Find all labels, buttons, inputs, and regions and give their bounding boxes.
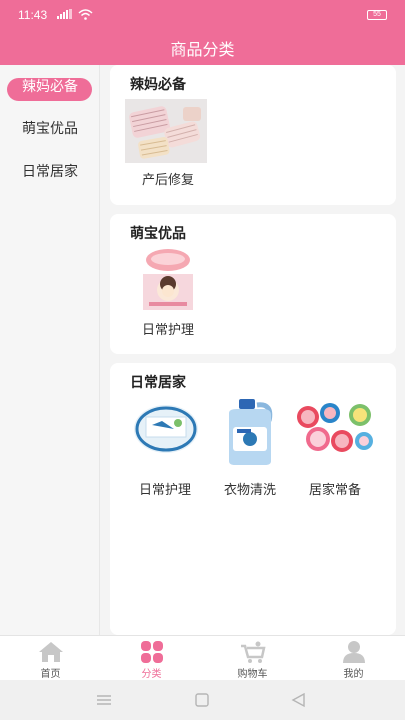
category-item-label: 居家常备 [308, 483, 361, 498]
category-item-label: 日常护理 [138, 483, 191, 498]
back-icon[interactable] [290, 692, 308, 708]
baby-cream-jar-image [143, 249, 193, 310]
category-item-label: 产后修复 [141, 173, 194, 188]
tab-home[interactable]: 首页 [0, 636, 101, 681]
category-item-daily-care[interactable]: 日常护理 [122, 399, 208, 514]
home-button-icon[interactable] [193, 692, 211, 708]
profile-icon [343, 641, 365, 663]
postpartum-product-image [125, 99, 207, 163]
sidebar-item-mom-essentials[interactable]: 辣妈必备 [0, 67, 100, 107]
tab-category[interactable]: 分类 [101, 636, 202, 681]
bottom-tab-bar: 首页 分类 购物车 我的 [0, 635, 405, 680]
cream-tub-image [134, 405, 198, 453]
tab-label: 购物车 [237, 669, 268, 680]
status-time: 11:43 [18, 8, 48, 22]
sidebar-item-daily-home[interactable]: 日常居家 [0, 152, 100, 192]
section-card-daily-home: 日常居家 日常护理 衣物清洗 居家常备 [110, 363, 396, 635]
home-icon [39, 642, 63, 662]
page-title: 商品分类 [170, 40, 235, 59]
sidebar-item-label: 日常居家 [22, 164, 78, 180]
battery-icon: 55 [367, 10, 387, 20]
tab-profile[interactable]: 我的 [303, 636, 404, 681]
category-item-postpartum[interactable]: 产后修复 [125, 99, 211, 214]
cart-icon [241, 641, 266, 663]
category-item-label: 衣物清洗 [223, 483, 276, 498]
section-title: 萌宝优品 [130, 226, 186, 242]
section-card-baby-goods: 萌宝优品 日常护理 [110, 214, 396, 354]
category-sidebar: 辣妈必备 萌宝优品 日常居家 [0, 65, 100, 635]
category-icon [141, 641, 163, 663]
tab-label: 分类 [141, 669, 162, 680]
sidebar-item-label: 辣妈必备 [22, 79, 78, 95]
system-nav-bar [0, 680, 405, 720]
sidebar-item-label: 萌宝优品 [22, 121, 78, 137]
wifi-icon [78, 9, 93, 20]
tab-label: 首页 [40, 669, 61, 680]
sidebar-item-baby-goods[interactable]: 萌宝优品 [0, 109, 100, 149]
category-item-label: 日常护理 [141, 323, 194, 338]
category-content: 辣妈必备 产后修复 萌宝优品 日常护理 日常居家 日常护理 衣物清洗 居家常备 [110, 65, 396, 635]
section-title: 日常居家 [130, 375, 186, 391]
title-bar: 商品分类 [0, 30, 405, 65]
cartoon-containers-image [297, 403, 373, 452]
detergent-bottle-image [229, 399, 273, 465]
signal-icon [57, 9, 72, 19]
tab-label: 我的 [343, 669, 364, 680]
tab-cart[interactable]: 购物车 [202, 636, 303, 681]
category-item-household[interactable]: 居家常备 [292, 399, 378, 514]
category-item-daily-care[interactable]: 日常护理 [125, 248, 211, 363]
menu-icon[interactable] [95, 692, 113, 708]
status-bar: 11:43 55 [0, 0, 405, 30]
section-title: 辣妈必备 [130, 77, 186, 93]
category-item-laundry[interactable]: 衣物清洗 [207, 399, 293, 514]
section-card-mom-essentials: 辣妈必备 产后修复 [110, 65, 396, 205]
